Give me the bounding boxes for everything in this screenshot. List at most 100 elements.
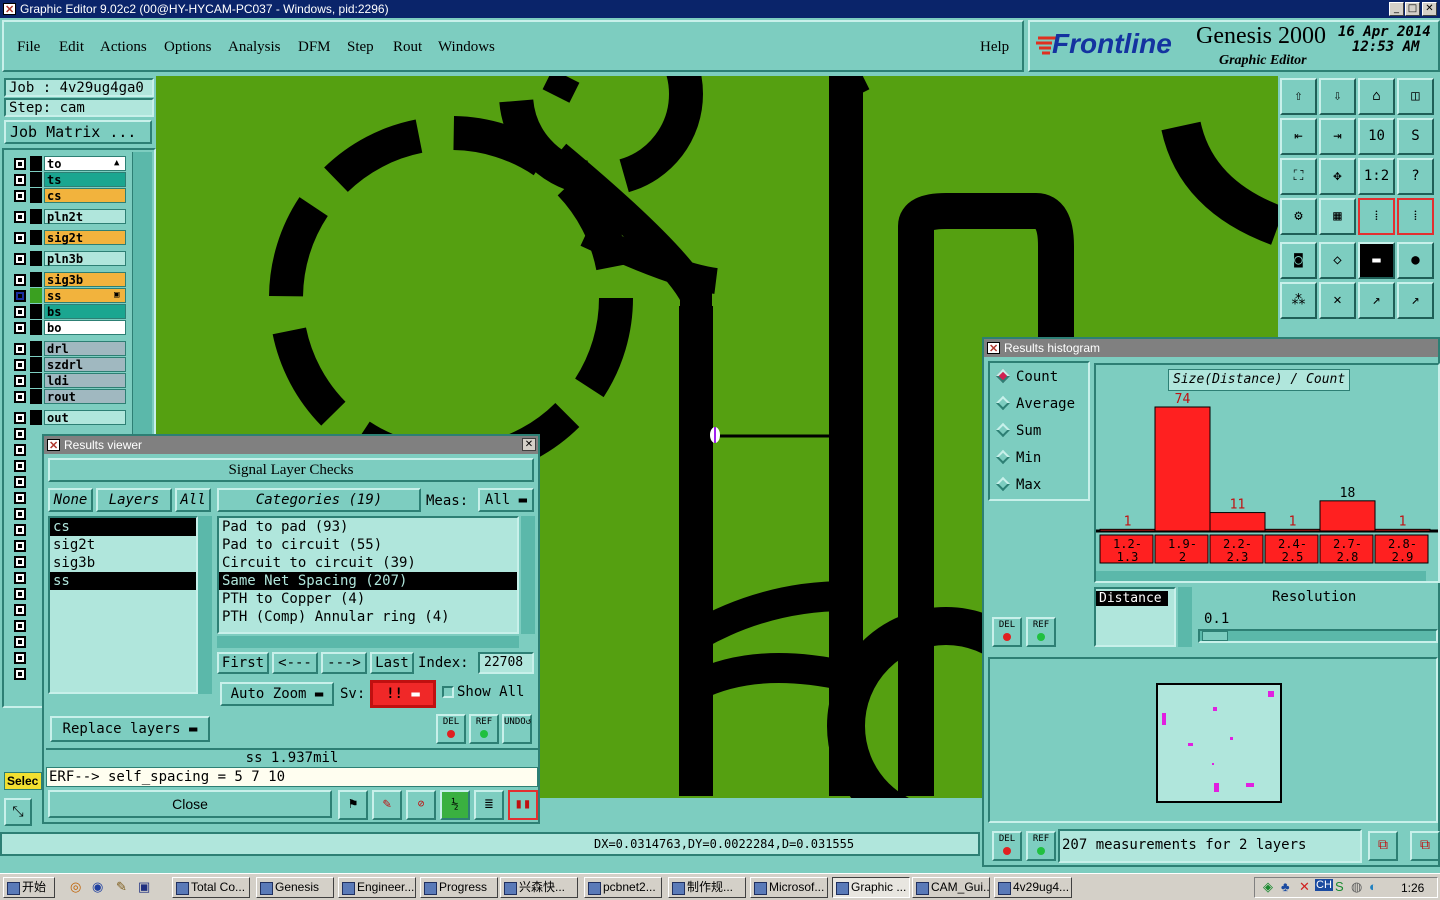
layer-status-swatch[interactable]	[30, 357, 42, 372]
tray-icon-4[interactable]: S	[1335, 879, 1344, 894]
layer-row-empty[interactable]	[10, 538, 28, 553]
quicklaunch-icon-1[interactable]: ◎	[70, 879, 81, 895]
last-button[interactable]: Last	[370, 652, 414, 674]
layer-name[interactable]: ts	[44, 172, 126, 187]
layer-status-swatch[interactable]	[30, 288, 42, 303]
prev-button[interactable]: <---	[272, 652, 318, 674]
layer-visibility-checkbox[interactable]	[14, 211, 26, 223]
result-overview-map[interactable]	[1156, 683, 1282, 803]
radio-diamond-icon[interactable]	[995, 368, 1011, 384]
job-matrix-button[interactable]: Job Matrix ...	[4, 120, 152, 144]
layer-row-empty[interactable]	[10, 666, 28, 681]
severity-dropdown[interactable]: !! ▬	[370, 680, 436, 708]
layer-visibility-checkbox[interactable]	[14, 588, 26, 600]
tray-icon-1[interactable]: ◈	[1263, 879, 1273, 895]
layer-row-empty[interactable]	[10, 506, 28, 521]
radio-diamond-icon[interactable]	[995, 449, 1011, 465]
tray-icon-5[interactable]: ◍	[1351, 879, 1362, 895]
undo-button[interactable]: UNDO↺	[502, 714, 532, 744]
layer-status-swatch[interactable]	[30, 389, 42, 404]
layer-row-empty[interactable]	[10, 650, 28, 665]
home-icon[interactable]: ⌂	[1358, 78, 1395, 115]
layer-visibility-checkbox[interactable]	[14, 572, 26, 584]
distance-scrollbar[interactable]	[1178, 587, 1192, 647]
layer-row-ss[interactable]: ss ▣	[10, 288, 130, 303]
zoom-10-icon[interactable]: 10	[1358, 118, 1395, 155]
close-button[interactable]: ✕	[1422, 2, 1437, 16]
start-button[interactable]: 开始	[3, 877, 55, 898]
taskbar-item[interactable]: 4v29ug4...	[994, 877, 1072, 898]
layer-visibility-checkbox[interactable]	[14, 306, 26, 318]
layer-status-swatch[interactable]	[30, 341, 42, 356]
layers-all-button[interactable]: All	[175, 488, 211, 512]
layer-row-empty[interactable]	[10, 458, 28, 473]
distance-item[interactable]: Distance	[1096, 591, 1168, 606]
layer-visibility-checkbox[interactable]	[14, 158, 26, 170]
category-item[interactable]: Circuit to circuit (39)	[219, 554, 517, 572]
layer-name[interactable]: pln3b	[44, 251, 126, 266]
overview-ref-button[interactable]: REF	[1026, 831, 1056, 861]
layers-none-button[interactable]: None	[48, 488, 93, 512]
layer-visibility-checkbox[interactable]	[14, 232, 26, 244]
show-all-checkbox[interactable]	[442, 686, 454, 698]
radio-diamond-icon[interactable]	[995, 422, 1011, 438]
scale-1-2-icon[interactable]: 1:2	[1358, 158, 1395, 195]
export-icon[interactable]: ⧉	[1368, 831, 1398, 861]
zoom-left-icon[interactable]: ⇤	[1280, 118, 1317, 155]
cross-icon[interactable]: ✕	[1319, 282, 1356, 319]
layer-row-empty[interactable]	[10, 426, 28, 441]
layer-visibility-checkbox[interactable]	[14, 253, 26, 265]
layer-status-swatch[interactable]	[30, 373, 42, 388]
ime-icon[interactable]: CH	[1315, 879, 1333, 891]
layer-visibility-checkbox[interactable]	[14, 636, 26, 648]
layer-visibility-checkbox[interactable]	[14, 444, 26, 456]
mode-radio-average[interactable]: Average	[995, 395, 1075, 412]
layer-visibility-checkbox[interactable]	[14, 274, 26, 286]
layer-status-swatch[interactable]	[30, 172, 42, 187]
taskbar-item[interactable]: Graphic ...	[832, 877, 910, 898]
resolution-slider[interactable]	[1198, 629, 1438, 643]
layer-visibility-checkbox[interactable]	[14, 375, 26, 387]
route-icon[interactable]: ↗	[1397, 282, 1434, 319]
results-close-button[interactable]: Close	[48, 790, 332, 818]
meas-dropdown[interactable]: All ▬	[478, 488, 534, 512]
grid-icon[interactable]: ▦	[1319, 198, 1356, 235]
layer-row-bo[interactable]: bo	[10, 320, 130, 335]
flag-icon[interactable]: ⚑	[338, 790, 368, 820]
net-highlight-icon[interactable]: ⁞	[1358, 198, 1395, 235]
quicklaunch-icon-4[interactable]: ▣	[138, 879, 150, 895]
layer-row-pln2t[interactable]: pln2t	[10, 209, 130, 224]
menu-file[interactable]: File	[17, 39, 40, 56]
net-graph-icon[interactable]: ⁂	[1280, 282, 1317, 319]
histogram-icon[interactable]: ▮▮	[508, 790, 538, 820]
result-layer-item[interactable]: ss	[50, 572, 196, 590]
first-button[interactable]: First	[217, 652, 269, 674]
layer-row-empty[interactable]	[10, 602, 28, 617]
category-item[interactable]: Same Net Spacing (207)	[219, 572, 517, 590]
taskbar-item[interactable]: Microsof...	[750, 877, 828, 898]
layer-visibility-checkbox[interactable]	[14, 540, 26, 552]
report-icon[interactable]: ≣	[474, 790, 504, 820]
layer-visibility-checkbox[interactable]	[14, 391, 26, 403]
layer-visibility-checkbox[interactable]	[14, 508, 26, 520]
net-select-icon[interactable]: ⁞	[1397, 198, 1434, 235]
layer-visibility-checkbox[interactable]	[14, 668, 26, 680]
category-scrollbar[interactable]	[521, 516, 535, 634]
histogram-hscrollbar[interactable]	[1096, 571, 1426, 581]
category-item[interactable]: PTH (Comp) Annular ring (4)	[219, 608, 517, 626]
results-viewer-close-icon[interactable]: ✕	[522, 438, 536, 451]
layer-row-empty[interactable]	[10, 634, 28, 649]
categories-button[interactable]: Categories (19)	[217, 488, 421, 512]
radio-diamond-icon[interactable]	[995, 476, 1011, 492]
layer-status-swatch[interactable]	[30, 410, 42, 425]
layer-status-swatch[interactable]	[30, 188, 42, 203]
layer-name[interactable]: bo	[44, 320, 126, 335]
draw-line-icon[interactable]: ◇	[1319, 242, 1356, 279]
hist-ref-button[interactable]: REF	[1026, 617, 1056, 647]
del-button[interactable]: DEL	[436, 714, 466, 744]
layer-visibility-checkbox[interactable]	[14, 556, 26, 568]
layer-row-empty[interactable]	[10, 554, 28, 569]
layer-visibility-checkbox[interactable]	[14, 524, 26, 536]
layer-name[interactable]: drl	[44, 341, 126, 356]
layer-visibility-checkbox[interactable]	[14, 290, 26, 302]
